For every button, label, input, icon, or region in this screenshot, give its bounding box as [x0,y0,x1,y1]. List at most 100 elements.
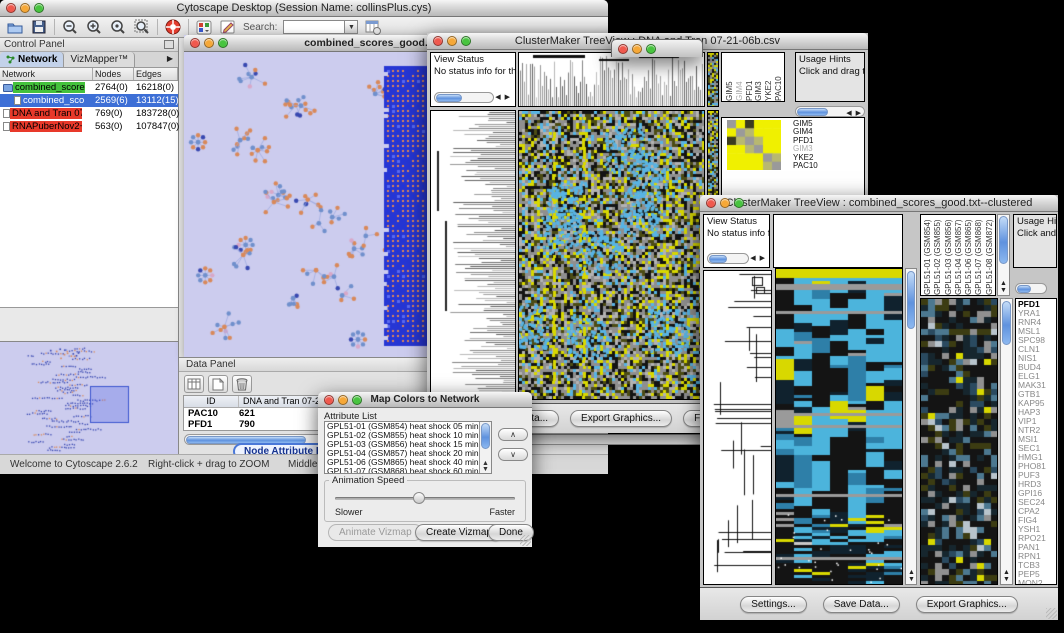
network-list-row[interactable]: DNA and Tran 07 769(0) 183728(0) [0,107,178,120]
treeview2-action-button[interactable]: Export Graphics... [916,596,1018,613]
close-button[interactable] [190,38,200,48]
move-up-button[interactable]: ∧ [498,428,528,441]
help-lifering-icon[interactable] [164,19,182,35]
treeview2-titlebar[interactable]: ClusterMaker TreeView : combined_scores_… [700,195,1058,212]
gene-dendrogram-canvas[interactable] [431,111,515,399]
zoom-heatmap-canvas[interactable] [727,120,781,170]
attribute-list-scrollbar[interactable]: ▲▼ [479,422,491,473]
global-heatmap-canvas[interactable] [519,111,704,399]
network-overview-panel[interactable] [0,341,178,454]
attribute-select-icon[interactable] [184,375,204,393]
treeview1-action-button[interactable]: Export Graphics... [570,410,672,427]
network-list-row[interactable]: RNAPuberNov2+! 563(0) 107847(0) [0,120,178,133]
zoom-button[interactable] [218,38,228,48]
resize-handle[interactable] [1046,608,1057,619]
global-heatmap-pane[interactable] [518,110,705,400]
annotation-icon[interactable] [219,19,237,35]
scroll-arrows[interactable]: ◀ ▶ [495,93,511,101]
animation-speed-slider[interactable] [335,497,515,500]
zoom-heatmap-pane[interactable] [920,298,998,585]
open-file-icon[interactable] [6,19,24,35]
usage-hints-scrollbar[interactable] [1015,283,1047,294]
close-button[interactable] [6,3,16,13]
import-table-icon[interactable] [364,19,382,35]
column-label[interactable]: GPL51-01 (GSM854) [923,215,933,295]
column-label[interactable]: YKE2 [764,53,774,101]
close-button[interactable] [324,395,334,405]
col-header-id[interactable]: ID [184,396,239,407]
vizmap-icon[interactable] [195,19,213,35]
gene-dendrogram-canvas[interactable] [704,271,771,584]
column-label[interactable]: GPL51-07 (GSM868) [974,215,984,295]
column-label[interactable]: GIM3 [754,53,764,101]
tab-network[interactable]: Network [0,52,64,67]
search-input[interactable] [283,20,345,34]
close-button[interactable] [706,198,716,208]
minimize-button[interactable] [447,36,457,46]
main-titlebar[interactable]: Cytoscape Desktop (Session Name: collins… [0,0,608,17]
column-label[interactable]: GPL51-08 (GSM872) [985,215,995,295]
close-button[interactable] [433,36,443,46]
minimize-button[interactable] [720,198,730,208]
zoom-heatmap-scrollbar[interactable]: ▲▼ [1000,298,1013,585]
global-heatmap-pane[interactable] [775,268,903,585]
global-heatmap-scrollbar[interactable]: ▲▼ [905,268,917,585]
row-label[interactable]: PAC10 [793,162,818,170]
zoom-button[interactable] [461,36,471,46]
move-down-button[interactable]: ∨ [498,448,528,461]
save-icon[interactable] [30,19,48,35]
col-header-nodes[interactable]: Nodes [93,68,134,80]
column-label[interactable]: GIM4 [735,53,745,101]
gene-dendrogram-pane[interactable] [703,270,772,585]
tab-overflow-arrow[interactable]: ▶ [162,52,178,67]
column-label[interactable]: GIM5 [725,53,735,101]
column-label[interactable]: PFD1 [745,53,755,101]
minimize-button[interactable] [338,395,348,405]
zoom-selected-icon[interactable] [109,19,127,35]
array-dendrogram-canvas[interactable] [519,53,704,106]
array-dendrogram-pane[interactable] [518,52,705,107]
column-label[interactable]: PAC10 [774,53,784,101]
treeview2-action-button[interactable]: Save Data... [823,596,900,613]
view-status-scrollbar[interactable] [434,92,494,103]
resize-handle[interactable] [520,535,531,546]
column-label[interactable]: GPL51-02 (GSM855) [933,215,943,295]
float-panel-icon[interactable] [164,40,174,49]
hidden-window-titlebar[interactable] [611,39,703,57]
attribute-list-item[interactable]: GPL51-07 (GSM868) heat shock 60 min [325,467,491,474]
minimize-button[interactable] [204,38,214,48]
zoom-heatmap-canvas[interactable] [921,299,997,584]
zoom-out-icon[interactable] [61,19,79,35]
slider-thumb[interactable] [413,492,425,504]
column-label[interactable]: GPL51-04 (GSM857) [954,215,964,295]
network-overview-canvas[interactable] [0,342,178,454]
close-button[interactable] [618,44,628,54]
minimize-button[interactable] [20,3,30,13]
network-list-row[interactable]: combined_sco 2569(6) 13112(15) [0,94,178,107]
zoom-button[interactable] [734,198,744,208]
animate-vizmap-button[interactable]: Animate Vizmap [328,524,423,541]
treeview2-action-button[interactable]: Settings... [740,596,806,613]
zoom-button[interactable] [646,44,656,54]
column-label[interactable]: GPL51-03 (GSM856) [944,215,954,295]
zoom-fit-icon[interactable] [133,19,151,35]
new-attribute-icon[interactable] [208,375,228,393]
delete-attribute-icon[interactable] [232,375,252,393]
scroll-arrows[interactable]: ◀ ▶ [750,254,766,262]
zoom-button[interactable] [34,3,44,13]
minimize-button[interactable] [632,44,642,54]
col-header-network[interactable]: Network [0,68,93,80]
array-dendrogram-pane[interactable] [773,214,903,268]
gene-label[interactable]: MON2 [1018,579,1056,585]
gene-dendrogram-pane[interactable] [430,110,516,400]
global-heatmap-canvas[interactable] [776,269,902,584]
dialog-titlebar[interactable]: Map Colors to Network [318,392,532,408]
zoom-pane-hscrollbar[interactable]: ◀ ▶ [795,106,865,117]
view-status-scrollbar[interactable] [707,253,749,264]
zoom-button[interactable] [352,395,362,405]
column-label[interactable]: GPL51-06 (GSM865) [964,215,974,295]
col-header-edges[interactable]: Edges [134,68,178,80]
global-strip-top-canvas[interactable] [708,53,718,106]
column-labels-scrollbar[interactable]: ▲▼ [997,214,1010,296]
search-dropdown-arrow[interactable]: ▼ [345,20,358,34]
